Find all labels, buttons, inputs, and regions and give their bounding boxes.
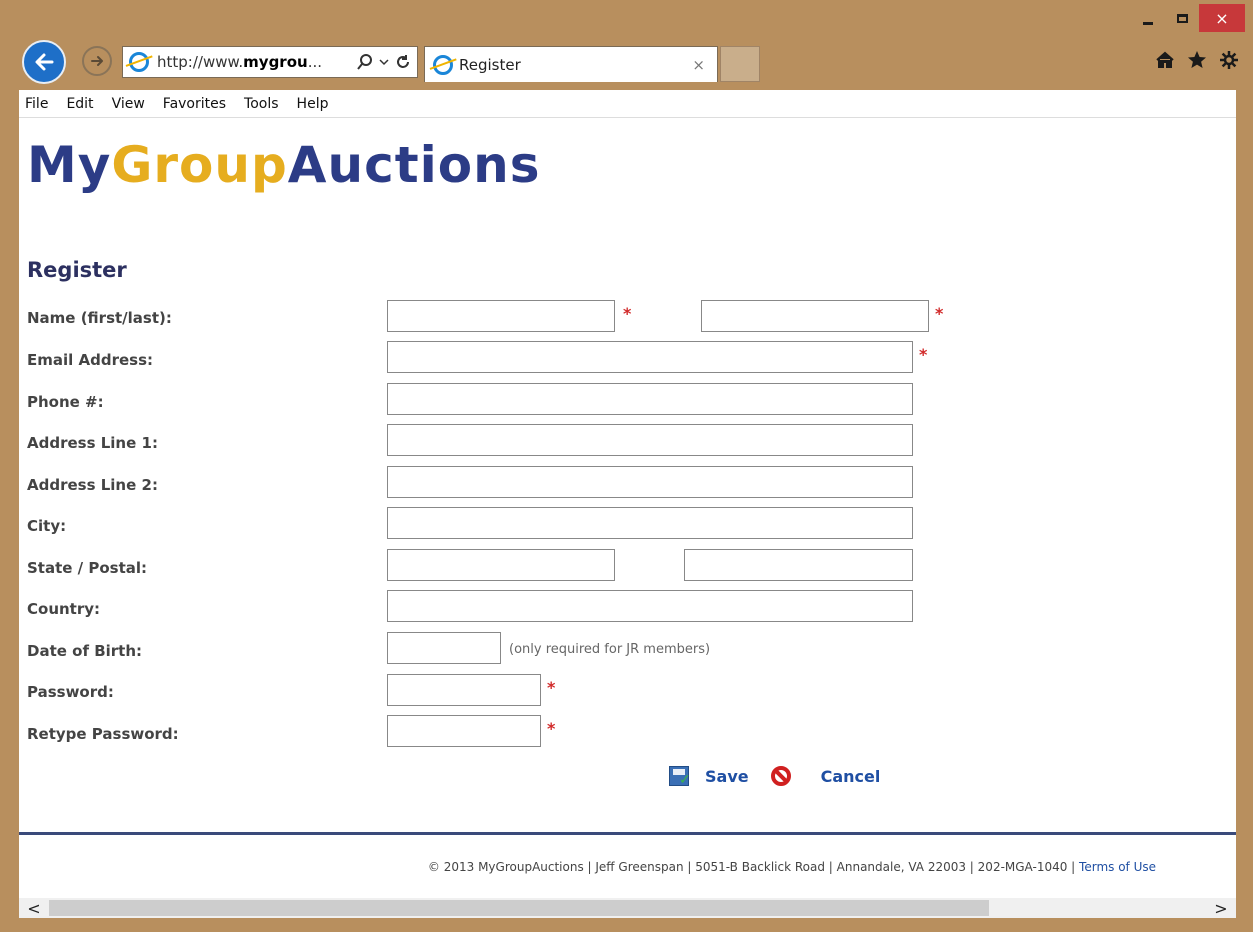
home-icon[interactable]: [1155, 50, 1175, 70]
save-icon[interactable]: [669, 766, 691, 788]
cancel-icon[interactable]: [770, 766, 791, 786]
required-marker: *: [919, 345, 928, 364]
state-input[interactable]: [387, 549, 615, 581]
label-address-line-2: Address Line 2:: [27, 476, 158, 494]
footer-divider: [19, 832, 1236, 835]
scroll-left-icon[interactable]: <: [19, 899, 49, 918]
label-country: Country:: [27, 600, 101, 618]
country-input[interactable]: [387, 590, 913, 622]
refresh-icon[interactable]: [395, 54, 411, 70]
tab-close-icon[interactable]: ×: [692, 56, 705, 74]
menu-bar: File Edit View Favorites Tools Help: [19, 90, 1236, 118]
label-phone: Phone #:: [27, 393, 104, 411]
minimize-icon: [1143, 21, 1153, 25]
city-input[interactable]: [387, 507, 913, 539]
site-logo[interactable]: MyGroupAuctions: [27, 136, 540, 194]
first-name-input[interactable]: [387, 300, 615, 332]
tab-register[interactable]: Register ×: [424, 46, 718, 82]
email-input[interactable]: [387, 341, 913, 373]
password-input[interactable]: [387, 674, 541, 706]
dob-note: (only required for JR members): [509, 642, 711, 657]
menu-edit[interactable]: Edit: [66, 96, 93, 112]
address-url: http://www.mygrou...: [157, 53, 322, 71]
required-marker: *: [547, 719, 556, 738]
retype-password-input[interactable]: [387, 715, 541, 747]
close-button[interactable]: ×: [1199, 4, 1245, 32]
ie-icon: [129, 52, 149, 72]
footer-text: © 2013 MyGroupAuctions | Jeff Greenspan …: [427, 860, 1080, 874]
page-content: MyGroupAuctions Register Name (first/las…: [19, 118, 1236, 898]
label-date-of-birth: Date of Birth:: [27, 642, 143, 660]
favorites-star-icon[interactable]: [1187, 50, 1207, 70]
label-email: Email Address:: [27, 351, 154, 369]
label-state-postal: State / Postal:: [27, 559, 148, 577]
menu-favorites[interactable]: Favorites: [163, 96, 226, 112]
back-button[interactable]: [22, 40, 66, 84]
menu-tools[interactable]: Tools: [244, 96, 279, 112]
label-name: Name (first/last):: [27, 309, 172, 327]
maximize-icon: [1176, 13, 1188, 23]
menu-view[interactable]: View: [112, 96, 145, 112]
address-bar[interactable]: http://www.mygrou...: [122, 46, 418, 78]
required-marker: *: [935, 304, 944, 323]
dropdown-arrow-icon[interactable]: [379, 57, 389, 67]
window-controls: ×: [1131, 4, 1245, 32]
arrow-right-icon: [91, 56, 103, 66]
address-line-2-input[interactable]: [387, 466, 913, 498]
label-retype-password: Retype Password:: [27, 725, 179, 743]
close-icon: ×: [1215, 8, 1229, 28]
label-address-line-1: Address Line 1:: [27, 434, 158, 452]
address-tools: [357, 54, 417, 70]
label-city: City:: [27, 517, 67, 535]
postal-input[interactable]: [684, 549, 913, 581]
date-of-birth-input[interactable]: [387, 632, 501, 664]
menu-help[interactable]: Help: [297, 96, 329, 112]
maximize-button[interactable]: [1165, 4, 1199, 32]
tab-title: Register: [459, 55, 521, 74]
scroll-thumb[interactable]: [49, 900, 989, 916]
search-icon[interactable]: [357, 54, 373, 70]
required-marker: *: [623, 304, 632, 323]
label-password: Password:: [27, 683, 114, 701]
menu-file[interactable]: File: [25, 96, 48, 112]
footer: © 2013 MyGroupAuctions | Jeff Greenspan …: [19, 860, 1236, 874]
terms-of-use-link[interactable]: Terms of Use: [1079, 860, 1156, 874]
phone-input[interactable]: [387, 383, 913, 415]
scroll-right-icon[interactable]: >: [1206, 899, 1236, 918]
page-title: Register: [27, 258, 127, 282]
browser-toolbar-icons: [1155, 50, 1239, 70]
arrow-left-icon: [35, 53, 54, 71]
required-marker: *: [547, 678, 556, 697]
address-line-1-input[interactable]: [387, 424, 913, 456]
minimize-button[interactable]: [1131, 4, 1165, 32]
ie-tab-icon: [433, 54, 453, 75]
save-button[interactable]: Save: [705, 767, 749, 786]
last-name-input[interactable]: [701, 300, 929, 332]
cancel-button[interactable]: Cancel: [821, 767, 881, 786]
horizontal-scrollbar[interactable]: < >: [19, 898, 1236, 918]
form-actions: Save Cancel: [669, 766, 881, 788]
new-tab-button[interactable]: [720, 46, 760, 82]
window-titlebar: × http://www.mygrou... Register ×: [0, 0, 1253, 90]
gear-icon[interactable]: [1219, 50, 1239, 70]
scroll-track[interactable]: [49, 900, 1206, 916]
forward-button[interactable]: [82, 46, 112, 76]
